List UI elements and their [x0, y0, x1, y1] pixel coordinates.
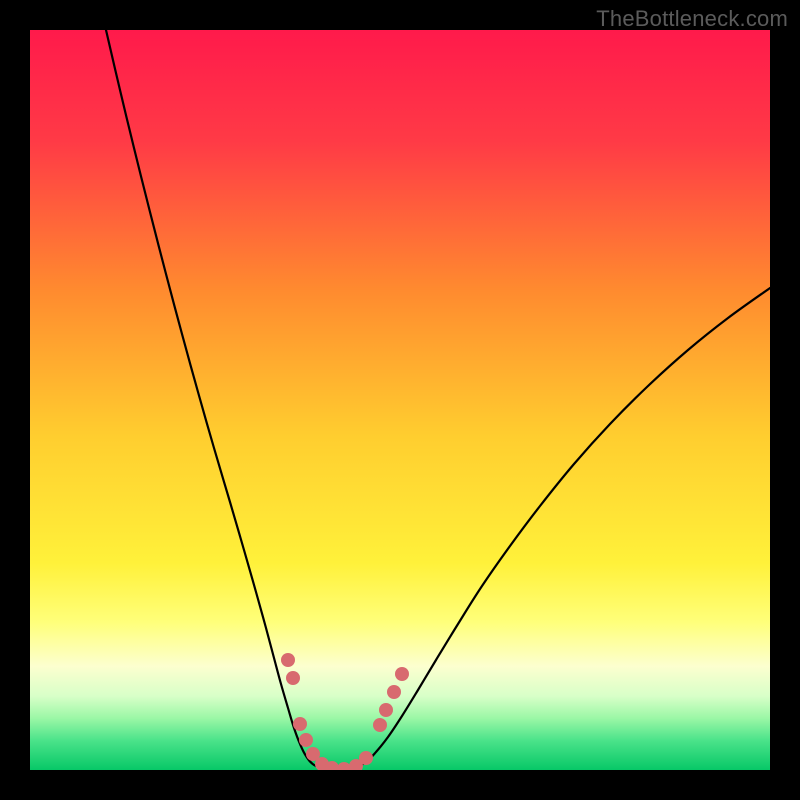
gradient-background: [30, 30, 770, 770]
marker-dot: [286, 671, 300, 685]
outer-frame: TheBottleneck.com: [0, 0, 800, 800]
marker-dot: [293, 717, 307, 731]
marker-dot: [373, 718, 387, 732]
marker-dot: [379, 703, 393, 717]
marker-dot: [281, 653, 295, 667]
marker-dot: [387, 685, 401, 699]
watermark-text: TheBottleneck.com: [596, 6, 788, 32]
marker-dot: [359, 751, 373, 765]
chart-svg: [30, 30, 770, 770]
plot-area: [30, 30, 770, 770]
marker-dot: [395, 667, 409, 681]
marker-dot: [299, 733, 313, 747]
